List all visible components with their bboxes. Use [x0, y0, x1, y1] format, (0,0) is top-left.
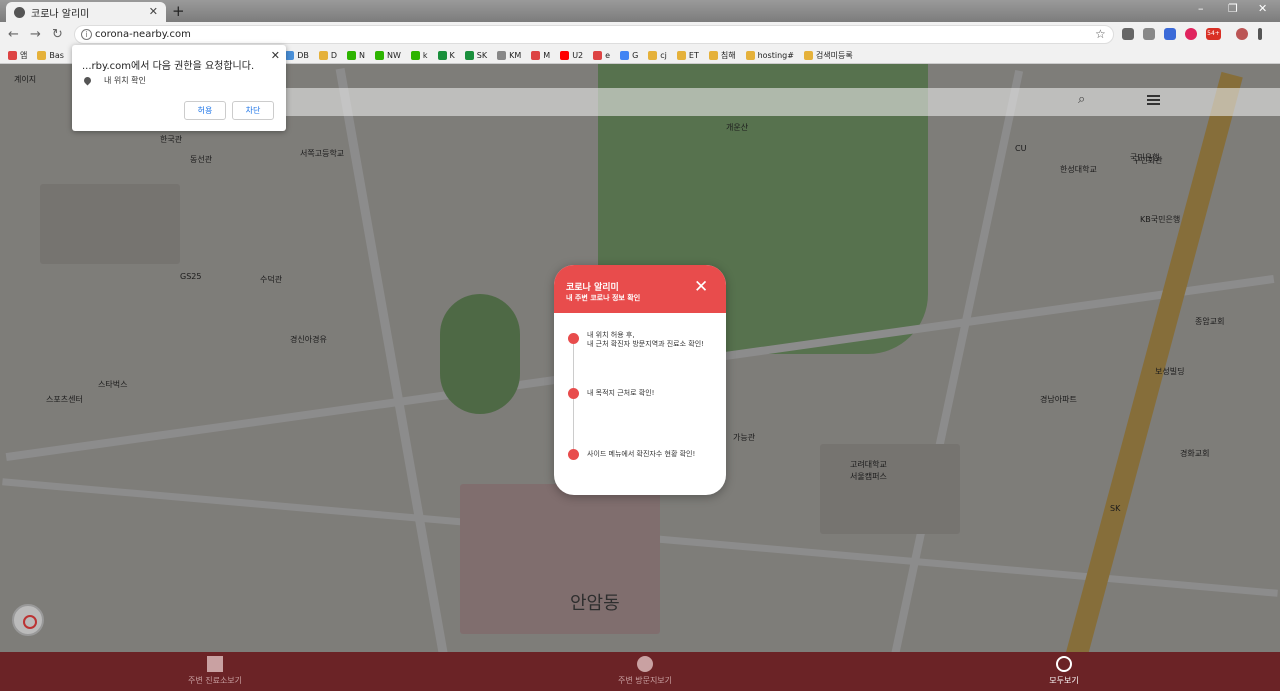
- bookmark-item[interactable]: U2: [560, 50, 583, 60]
- tab-corona[interactable]: 코로나 알리미 ✕: [6, 2, 166, 22]
- step-3: 사이드 메뉴에서 확진자수 현황 확인!: [587, 450, 696, 458]
- nearby-clinics-button[interactable]: 주변 진료소보기: [175, 656, 255, 686]
- maximize-icon[interactable]: ❐: [1228, 2, 1238, 15]
- bookmark-item[interactable]: K: [437, 50, 455, 60]
- bookmark-folder[interactable]: hosting#: [745, 50, 794, 60]
- bookmark-item[interactable]: k: [410, 50, 428, 60]
- browser-tabstrip: 코로나 알리미 ✕ + – ❐ ✕: [0, 0, 1280, 22]
- tab-title: 코로나 알리미: [31, 8, 90, 20]
- hospital-icon: [207, 656, 223, 672]
- notification-badge[interactable]: 54+: [1206, 28, 1221, 40]
- bookmark-apps[interactable]: 앱: [8, 50, 27, 61]
- allow-button[interactable]: 허용: [184, 101, 226, 120]
- permission-item: 내 위치 확인: [104, 76, 146, 85]
- show-all-button[interactable]: 모두보기: [1038, 656, 1090, 686]
- close-icon[interactable]: ✕: [271, 49, 280, 62]
- close-icon[interactable]: ✕: [694, 277, 708, 297]
- window-close-icon[interactable]: ✕: [1258, 2, 1267, 15]
- bookmark-item[interactable]: M: [531, 50, 550, 60]
- url-bar[interactable]: i corona-nearby.com: [74, 25, 1114, 44]
- bookmark-item[interactable]: D: [318, 50, 337, 60]
- bookmark-folder[interactable]: ET: [676, 50, 699, 60]
- location-pin-icon: [82, 75, 93, 86]
- reload-icon[interactable]: ↻: [52, 27, 63, 42]
- bottom-nav: 주변 진료소보기 주변 방문지보기 모두보기: [0, 652, 1280, 691]
- bookmark-folder[interactable]: 검색미등록: [803, 50, 853, 61]
- walking-icon: [637, 656, 653, 672]
- url-text: corona-nearby.com: [95, 29, 191, 40]
- address-row: ← → ↻ i corona-nearby.com: [0, 22, 1280, 47]
- bookmark-folder[interactable]: 침해: [708, 50, 736, 61]
- bookmark-item[interactable]: NW: [375, 50, 401, 60]
- more-icon[interactable]: [1258, 28, 1262, 40]
- bookmark-item[interactable]: Bas: [37, 50, 64, 60]
- pinterest-icon[interactable]: [1185, 28, 1197, 40]
- share-icon[interactable]: [1143, 28, 1155, 40]
- bookmark-item[interactable]: G: [620, 50, 638, 60]
- step-dot: [568, 449, 579, 460]
- modal-header: 코로나 알리미 내 주변 코로나 정보 확인 ✕: [554, 265, 726, 313]
- map-search-bar[interactable]: [286, 88, 1280, 116]
- tab-close-icon[interactable]: ✕: [149, 5, 158, 18]
- avatar[interactable]: [1236, 28, 1248, 40]
- modal-title: 코로나 알리미: [566, 283, 619, 293]
- modal-subtitle: 내 주변 코로나 정보 확인: [566, 294, 641, 302]
- my-location-button[interactable]: [12, 604, 44, 636]
- extension-icon[interactable]: [1122, 28, 1134, 40]
- intro-modal: 코로나 알리미 내 주변 코로나 정보 확인 ✕ 내 위치 허용 후, 내 근처…: [554, 265, 726, 495]
- location-permission-dialog: ...rby.com에서 다음 권한을 요청합니다. ✕ 내 위치 확인 허용 …: [72, 45, 286, 131]
- search-icon[interactable]: ⌕: [1078, 92, 1085, 107]
- block-button[interactable]: 차단: [232, 101, 274, 120]
- globe-icon: [14, 6, 25, 18]
- step-dot: [568, 388, 579, 399]
- extension-icon[interactable]: [1164, 28, 1176, 40]
- history-icon: [1056, 656, 1072, 672]
- bookmark-star-icon[interactable]: ☆: [1095, 27, 1106, 41]
- step-2: 내 목적지 근처로 확인!: [587, 389, 655, 397]
- step-1-line-1: 내 위치 허용 후,: [587, 331, 635, 339]
- step-1-line-2: 내 근처 확진자 방문지역과 진료소 확인!: [587, 340, 704, 348]
- bookmark-item[interactable]: SK: [464, 50, 487, 60]
- back-icon[interactable]: ←: [8, 27, 19, 42]
- nearby-visits-button[interactable]: 주변 방문지보기: [605, 656, 685, 686]
- permission-title: ...rby.com에서 다음 권한을 요청합니다.: [82, 61, 255, 72]
- bookmark-folder[interactable]: cj: [648, 50, 667, 60]
- new-tab-button[interactable]: +: [172, 2, 185, 20]
- minimize-icon[interactable]: –: [1198, 2, 1204, 15]
- bookmark-item[interactable]: DB: [285, 50, 309, 60]
- info-icon[interactable]: i: [81, 29, 92, 40]
- bookmark-item[interactable]: N: [347, 50, 365, 60]
- bookmark-item[interactable]: KM: [497, 50, 521, 60]
- menu-icon[interactable]: [1147, 95, 1160, 105]
- bookmark-item[interactable]: e: [593, 50, 610, 60]
- forward-icon[interactable]: →: [30, 27, 41, 42]
- step-dot: [568, 333, 579, 344]
